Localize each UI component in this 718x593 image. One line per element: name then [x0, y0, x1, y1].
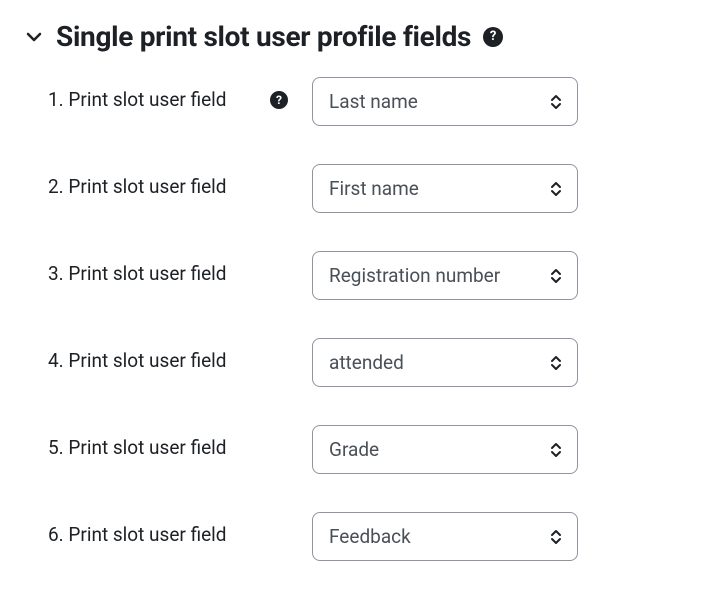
section-title: Single print slot user profile fields	[56, 20, 471, 53]
print-slot-field-1-select[interactable]: Last name	[312, 77, 578, 126]
label-cell: 4. Print slot user field	[48, 338, 312, 375]
form-row: 4. Print slot user field attended	[48, 338, 694, 387]
field-label: 2. Print slot user field	[48, 174, 227, 201]
chevron-down-icon[interactable]	[24, 27, 44, 47]
select-wrap: Feedback	[312, 512, 578, 561]
form-row: 5. Print slot user field Grade	[48, 425, 694, 474]
label-cell: 6. Print slot user field	[48, 512, 312, 549]
form-row: 6. Print slot user field Feedback	[48, 512, 694, 561]
help-icon[interactable]: ?	[483, 27, 503, 47]
select-wrap: Last name	[312, 77, 578, 126]
label-cell: 1. Print slot user field ?	[48, 77, 312, 114]
field-label: 6. Print slot user field	[48, 522, 227, 549]
print-slot-field-6-select[interactable]: Feedback	[312, 512, 578, 561]
field-label: 4. Print slot user field	[48, 348, 227, 375]
label-cell: 5. Print slot user field	[48, 425, 312, 462]
section-header: Single print slot user profile fields ?	[24, 20, 694, 53]
form-row: 1. Print slot user field ? Last name	[48, 77, 694, 126]
field-label: 1. Print slot user field	[48, 87, 227, 114]
label-cell: 3. Print slot user field	[48, 251, 312, 288]
form-rows: 1. Print slot user field ? Last name 2. …	[24, 77, 694, 561]
field-label: 5. Print slot user field	[48, 435, 227, 462]
form-row: 2. Print slot user field First name	[48, 164, 694, 213]
print-slot-field-5-select[interactable]: Grade	[312, 425, 578, 474]
help-icon[interactable]: ?	[270, 91, 288, 109]
select-wrap: attended	[312, 338, 578, 387]
label-cell: 2. Print slot user field	[48, 164, 312, 201]
select-wrap: Grade	[312, 425, 578, 474]
select-wrap: Registration number	[312, 251, 578, 300]
field-label: 3. Print slot user field	[48, 261, 227, 288]
print-slot-field-4-select[interactable]: attended	[312, 338, 578, 387]
select-wrap: First name	[312, 164, 578, 213]
print-slot-field-2-select[interactable]: First name	[312, 164, 578, 213]
form-row: 3. Print slot user field Registration nu…	[48, 251, 694, 300]
print-slot-field-3-select[interactable]: Registration number	[312, 251, 578, 300]
